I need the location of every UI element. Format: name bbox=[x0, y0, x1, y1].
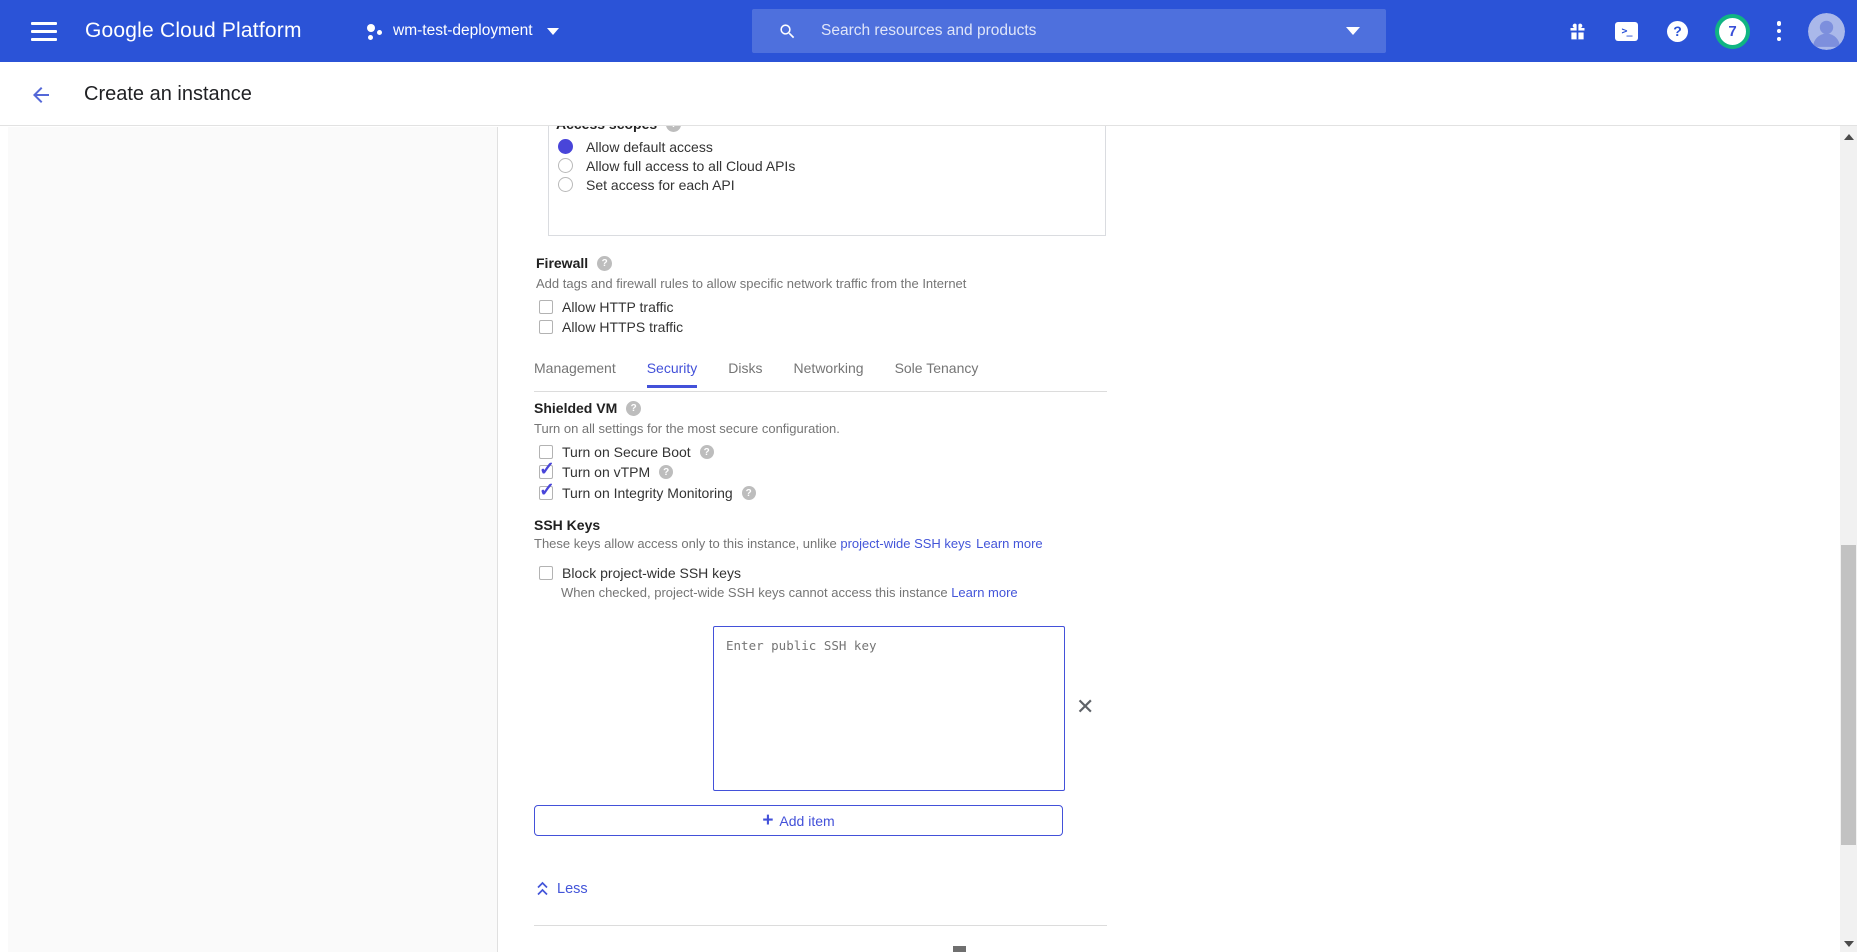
ssh-keys-description: These keys allow access only to this ins… bbox=[534, 536, 1043, 551]
tab-management[interactable]: Management bbox=[534, 360, 616, 388]
scroll-down-arrow[interactable] bbox=[1840, 935, 1857, 952]
brand-logo[interactable]: Google Cloud Platform bbox=[85, 0, 302, 62]
more-vert-icon[interactable] bbox=[1772, 21, 1786, 41]
topbar: Google Cloud Platform wm-test-deployment… bbox=[0, 0, 1857, 62]
search-input[interactable] bbox=[821, 22, 1346, 40]
search-dropdown-icon[interactable] bbox=[1346, 27, 1360, 35]
firewall-description: Add tags and firewall rules to allow spe… bbox=[536, 276, 966, 291]
vertical-scrollbar[interactable] bbox=[1840, 126, 1857, 952]
chevron-down-icon bbox=[547, 28, 559, 35]
checkbox-allow-https[interactable]: Allow HTTPS traffic bbox=[539, 319, 683, 335]
checkbox-allow-http[interactable]: Allow HTTP traffic bbox=[539, 299, 674, 315]
checkbox-checked-icon[interactable]: ✓ bbox=[539, 465, 553, 479]
checkbox-icon[interactable] bbox=[539, 445, 553, 459]
search-bar[interactable] bbox=[752, 9, 1386, 53]
checkbox-secure-boot[interactable]: Turn on Secure Boot ? bbox=[539, 444, 714, 460]
less-toggle[interactable]: Less bbox=[536, 880, 588, 897]
learn-more-link[interactable]: Learn more bbox=[976, 536, 1042, 551]
avatar[interactable] bbox=[1808, 13, 1845, 50]
back-arrow-icon[interactable] bbox=[29, 83, 53, 107]
section-divider bbox=[534, 925, 1107, 926]
project-selector[interactable]: wm-test-deployment bbox=[366, 0, 559, 62]
add-item-button[interactable]: + Add item bbox=[534, 805, 1063, 836]
topbar-actions: >_ ? 7 bbox=[1567, 0, 1845, 62]
checkbox-checked-icon[interactable]: ✓ bbox=[539, 486, 553, 500]
notification-badge[interactable]: 7 bbox=[1715, 14, 1750, 49]
block-ssh-description: When checked, project-wide SSH keys cann… bbox=[561, 585, 1018, 600]
learn-more-link[interactable]: Learn more bbox=[951, 585, 1017, 600]
page-header: Create an instance bbox=[0, 62, 1857, 126]
page-title: Create an instance bbox=[84, 62, 252, 126]
radio-allow-default-access[interactable]: Allow default access bbox=[558, 137, 713, 156]
radio-icon[interactable] bbox=[558, 177, 573, 192]
radio-allow-full-access[interactable]: Allow full access to all Cloud APIs bbox=[558, 156, 795, 175]
checkbox-vtpm[interactable]: ✓ Turn on vTPM ? bbox=[539, 464, 673, 480]
search-icon bbox=[778, 22, 797, 41]
help-circle-icon[interactable]: ? bbox=[659, 465, 673, 479]
ssh-key-input[interactable] bbox=[713, 626, 1065, 791]
radio-set-access-each-api[interactable]: Set access for each API bbox=[558, 175, 735, 194]
tab-sole-tenancy[interactable]: Sole Tenancy bbox=[895, 360, 979, 388]
chevrons-up-icon bbox=[536, 880, 549, 897]
settings-tabs: Management Security Disks Networking Sol… bbox=[534, 360, 1009, 388]
radio-selected-icon[interactable] bbox=[558, 139, 573, 154]
cloud-shell-icon[interactable]: >_ bbox=[1615, 22, 1638, 41]
project-name: wm-test-deployment bbox=[393, 22, 533, 40]
tab-security[interactable]: Security bbox=[647, 360, 698, 388]
help-circle-icon[interactable]: ? bbox=[742, 486, 756, 500]
shielded-vm-label: Shielded VM bbox=[534, 400, 617, 416]
ssh-keys-label: SSH Keys bbox=[534, 517, 600, 533]
scroll-thumb[interactable] bbox=[1841, 545, 1856, 845]
checkbox-icon[interactable] bbox=[539, 566, 553, 580]
checkbox-integrity-monitoring[interactable]: ✓ Turn on Integrity Monitoring ? bbox=[539, 485, 756, 501]
checkbox-icon[interactable] bbox=[539, 300, 553, 314]
radio-icon[interactable] bbox=[558, 158, 573, 173]
help-circle-icon[interactable]: ? bbox=[626, 401, 641, 416]
scroll-up-arrow[interactable] bbox=[1840, 128, 1857, 145]
tabs-divider bbox=[534, 391, 1107, 392]
form-content: Access scopes ? Allow default access All… bbox=[0, 0, 1857, 952]
help-icon[interactable]: ? bbox=[1667, 21, 1688, 42]
shielded-vm-description: Turn on all settings for the most secure… bbox=[534, 421, 840, 436]
tab-disks[interactable]: Disks bbox=[728, 360, 762, 388]
menu-icon[interactable] bbox=[31, 22, 57, 41]
clipped-content-fragment bbox=[953, 946, 966, 952]
firewall-label: Firewall bbox=[536, 255, 588, 271]
project-icon bbox=[366, 22, 383, 41]
project-wide-ssh-keys-link[interactable]: project-wide SSH keys bbox=[840, 536, 971, 551]
checkbox-icon[interactable] bbox=[539, 320, 553, 334]
remove-ssh-key-icon[interactable]: ✕ bbox=[1076, 696, 1094, 718]
checkbox-block-project-wide-ssh-keys[interactable]: Block project-wide SSH keys bbox=[539, 565, 741, 581]
plus-icon: + bbox=[762, 811, 773, 830]
tab-networking[interactable]: Networking bbox=[794, 360, 864, 388]
gift-icon[interactable] bbox=[1567, 21, 1588, 42]
help-circle-icon[interactable]: ? bbox=[597, 256, 612, 271]
help-circle-icon[interactable]: ? bbox=[700, 445, 714, 459]
